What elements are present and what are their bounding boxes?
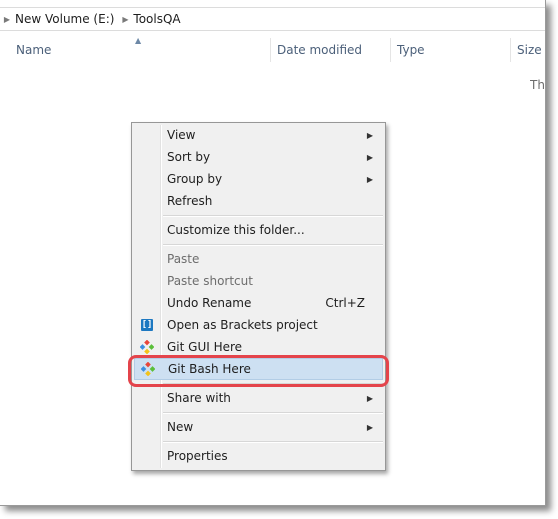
empty-folder-hint: This folder is empty. bbox=[530, 78, 544, 92]
menu-item-paste[interactable]: Paste bbox=[134, 248, 383, 270]
address-bar[interactable]: ▶ New Volume (E:) ▶ ToolsQA bbox=[0, 8, 545, 31]
menu-separator bbox=[163, 215, 383, 217]
submenu-arrow-icon: ▶ bbox=[366, 422, 373, 432]
breadcrumb-item-folder[interactable]: ToolsQA bbox=[132, 12, 184, 26]
menu-item-label: Share with bbox=[167, 391, 231, 405]
submenu-arrow-icon: ▶ bbox=[366, 174, 373, 184]
column-size[interactable]: Size bbox=[517, 36, 542, 64]
menu-separator bbox=[163, 441, 383, 443]
menu-item-open-brackets[interactable]: [] Open as Brackets project bbox=[134, 314, 383, 336]
submenu-arrow-icon: ▶ bbox=[366, 152, 373, 162]
submenu-arrow-icon: ▶ bbox=[366, 130, 373, 140]
menu-item-label: View bbox=[167, 128, 196, 142]
menu-item-share-with[interactable]: Share with ▶ bbox=[134, 387, 383, 409]
brackets-icon: [] bbox=[141, 319, 153, 331]
column-divider[interactable] bbox=[510, 38, 511, 62]
column-type[interactable]: Type bbox=[397, 36, 425, 64]
submenu-arrow-icon: ▶ bbox=[366, 393, 373, 403]
menu-item-label: New bbox=[167, 420, 194, 434]
menu-item-new[interactable]: New ▶ bbox=[134, 416, 383, 438]
sort-ascending-icon: ▲ bbox=[135, 36, 142, 45]
menu-item-label: Refresh bbox=[167, 194, 213, 208]
column-divider[interactable] bbox=[390, 38, 391, 62]
menu-item-label: Properties bbox=[167, 449, 228, 463]
menu-item-properties[interactable]: Properties bbox=[134, 445, 383, 467]
menu-item-label: Paste bbox=[167, 252, 200, 266]
context-menu: View ▶ Sort by ▶ Group by ▶ Refresh Cust… bbox=[131, 122, 386, 471]
column-name[interactable]: Name bbox=[16, 36, 51, 64]
column-divider[interactable] bbox=[270, 38, 271, 62]
breadcrumb-chevron-icon[interactable]: ▶ bbox=[118, 15, 132, 24]
menu-item-label: Open as Brackets project bbox=[167, 318, 318, 332]
menu-separator bbox=[163, 412, 383, 414]
menu-item-label: Group by bbox=[167, 172, 223, 186]
menu-item-label: Undo Rename bbox=[167, 296, 252, 310]
menu-item-sort-by[interactable]: Sort by ▶ bbox=[134, 146, 383, 168]
breadcrumb-item-drive[interactable]: New Volume (E:) bbox=[14, 12, 118, 26]
menu-item-view[interactable]: View ▶ bbox=[134, 124, 383, 146]
menu-item-refresh[interactable]: Refresh bbox=[134, 190, 383, 212]
column-header: ▲ Name Date modified Type Size bbox=[0, 36, 545, 64]
menu-item-label: Sort by bbox=[167, 150, 211, 164]
menu-item-label: Paste shortcut bbox=[167, 274, 253, 288]
menu-item-paste-shortcut[interactable]: Paste shortcut bbox=[134, 270, 383, 292]
annotation-highlight-ring bbox=[128, 355, 389, 387]
breadcrumb-chevron-icon[interactable]: ▶ bbox=[0, 15, 14, 24]
menu-item-label: Git GUI Here bbox=[167, 340, 243, 354]
menu-separator bbox=[163, 244, 383, 246]
menu-item-shortcut: Ctrl+Z bbox=[325, 296, 365, 310]
column-date-modified[interactable]: Date modified bbox=[277, 36, 362, 64]
menu-item-customize-folder[interactable]: Customize this folder... bbox=[134, 219, 383, 241]
menu-item-label: Customize this folder... bbox=[167, 223, 305, 237]
menu-item-undo-rename[interactable]: Undo Rename Ctrl+Z bbox=[134, 292, 383, 314]
menu-item-group-by[interactable]: Group by ▶ bbox=[134, 168, 383, 190]
